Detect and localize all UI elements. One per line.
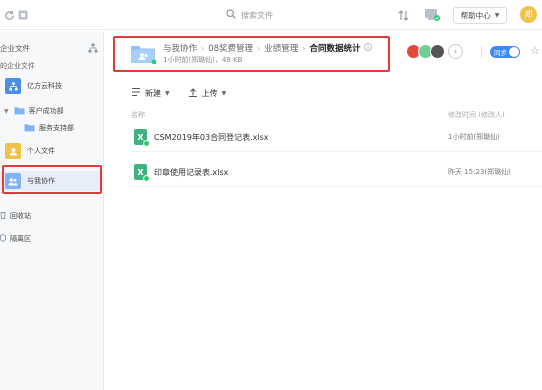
sidebar-item-recycle-bin[interactable]: 回收站 bbox=[0, 207, 104, 225]
sync-label: 同步 bbox=[494, 49, 507, 57]
refresh-icon[interactable] bbox=[2, 8, 16, 22]
trash-icon bbox=[0, 211, 6, 221]
file-modified: 1小时前(郑璐仙) bbox=[448, 133, 500, 141]
caret-down-icon[interactable]: ▼ bbox=[4, 108, 9, 115]
upload-button[interactable]: 上传 ▼ bbox=[188, 87, 227, 99]
sidebar-item-label: 服务支持部 bbox=[39, 124, 74, 132]
folder-icon bbox=[24, 123, 35, 134]
search-input[interactable]: 搜索文件 bbox=[241, 10, 273, 21]
search-box[interactable]: 搜索文件 bbox=[226, 8, 273, 22]
toggle-knob bbox=[509, 47, 519, 57]
window-icon[interactable] bbox=[16, 8, 30, 22]
divider bbox=[130, 186, 542, 187]
caret-down-icon: ▼ bbox=[221, 89, 227, 97]
chevron-down-icon: ▼ bbox=[494, 12, 500, 19]
transfer-icon[interactable] bbox=[396, 8, 410, 22]
table-row[interactable]: X CSM2019年03合同登记表.xlsx 1小时前(郑璐仙) bbox=[112, 126, 542, 152]
sidebar: 企业文件 的企业文件 亿方云科技 ▼ 客户成功部 服务支持部 个人文件 与我协作 bbox=[0, 31, 104, 390]
sidebar-item-label: 隔离区 bbox=[10, 235, 31, 243]
divider bbox=[130, 151, 542, 152]
upload-label: 上传 bbox=[201, 88, 218, 98]
highlight-box bbox=[2, 165, 102, 194]
file-modified: 昨天 15:23(郑璐仙) bbox=[448, 168, 511, 176]
upload-icon bbox=[188, 87, 198, 99]
top-bar: 搜索文件 帮助中心 ▼ 郑 bbox=[0, 0, 542, 30]
highlight-box bbox=[113, 36, 390, 72]
search-icon bbox=[226, 9, 236, 21]
sidebar-item-yifangyun[interactable]: 亿方云科技 bbox=[0, 77, 104, 95]
sidebar-item-label: 回收站 bbox=[10, 212, 31, 220]
file-toolbar: 新建 ▼ 上传 ▼ bbox=[131, 87, 244, 99]
sync-badge-icon bbox=[143, 175, 150, 182]
folder-icon bbox=[14, 106, 25, 117]
chevron-right-icon[interactable]: › bbox=[448, 44, 463, 59]
org-chart-icon[interactable] bbox=[88, 43, 98, 56]
help-center-label: 帮助中心 bbox=[460, 11, 491, 20]
sidebar-item-label: 亿方云科技 bbox=[27, 82, 62, 90]
new-label: 新建 bbox=[145, 88, 161, 98]
avatar[interactable] bbox=[430, 44, 445, 59]
sidebar-item-customer-success[interactable]: ▼ 客户成功部 bbox=[0, 102, 104, 120]
table-row[interactable]: X 印章使用记录表.xlsx 昨天 15:23(郑璐仙) bbox=[112, 161, 542, 187]
star-icon[interactable]: ☆ bbox=[530, 44, 540, 57]
sidebar-item-service-support[interactable]: 服务支持部 bbox=[0, 119, 104, 137]
caret-down-icon: ▼ bbox=[165, 89, 170, 97]
column-header-modified[interactable]: 修改时间 (修改人) bbox=[448, 110, 505, 120]
divider bbox=[481, 46, 482, 58]
sync-status-icon[interactable] bbox=[423, 8, 441, 22]
sidebar-item-personal-files[interactable]: 个人文件 bbox=[0, 142, 104, 160]
collaborator-avatars[interactable]: › bbox=[406, 44, 463, 59]
building-icon bbox=[5, 78, 21, 94]
sidebar-item-quarantine[interactable]: 隔离区 bbox=[0, 230, 104, 248]
file-name[interactable]: 印章使用记录表.xlsx bbox=[154, 167, 228, 178]
sidebar-section-title: 企业文件 bbox=[0, 44, 30, 53]
sidebar-section-subtitle: 的企业文件 bbox=[0, 62, 35, 70]
user-avatar[interactable]: 郑 bbox=[520, 6, 537, 23]
sidebar-item-label: 个人文件 bbox=[27, 147, 55, 155]
column-header-name[interactable]: 名称 bbox=[131, 110, 145, 120]
file-name[interactable]: CSM2019年03合同登记表.xlsx bbox=[154, 132, 269, 143]
sync-badge-icon bbox=[143, 140, 150, 147]
sync-toggle[interactable]: 同步 bbox=[490, 46, 520, 58]
person-icon bbox=[5, 143, 21, 159]
new-icon bbox=[131, 87, 141, 99]
new-button[interactable]: 新建 ▼ bbox=[131, 87, 170, 99]
sidebar-item-label: 客户成功部 bbox=[28, 107, 64, 115]
shield-icon bbox=[0, 234, 6, 244]
help-center-button[interactable]: 帮助中心 ▼ bbox=[453, 7, 507, 24]
